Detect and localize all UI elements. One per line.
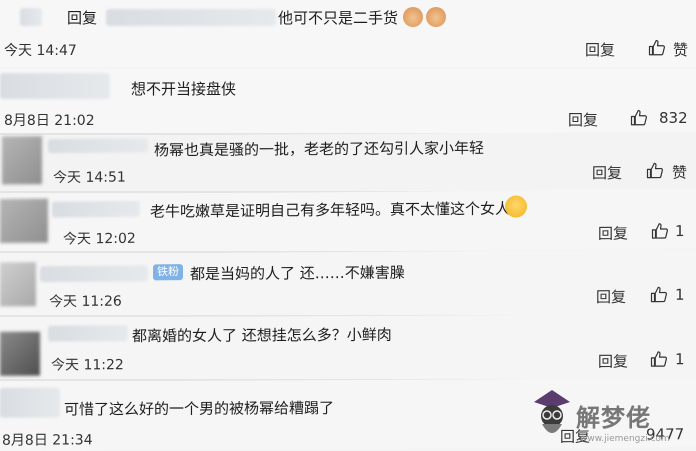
thumbs-up-icon[interactable] — [646, 162, 664, 180]
comment-time: 今天 12:02 — [63, 230, 136, 248]
blurred-username — [20, 8, 42, 26]
reply-button[interactable]: 回复 — [598, 351, 628, 372]
like-count[interactable]: 832 — [659, 109, 688, 127]
watermark-text: 解梦佬 — [576, 404, 651, 432]
laughing-emoji-icon — [505, 195, 527, 218]
blurred-reply-target — [106, 9, 276, 26]
reply-prefix: 回复 — [67, 9, 98, 27]
like-count[interactable]: 1 — [675, 222, 685, 240]
comment-item: 想不开当接盘侠 8月8日 21:02 回复 832 — [0, 69, 696, 133]
comment-text: 可惜了这么好的一个男的被杨幂给糟蹋了 — [64, 399, 335, 419]
comment-time: 今天 11:26 — [49, 293, 122, 311]
comment-text: 杨幂也真是骚的一批，老老的了还勾引人家小年轻 — [154, 139, 485, 160]
comment-text: 他可不只是二手货 — [278, 9, 399, 27]
watermark: 解梦佬 www.jiemengzi.com — [528, 386, 696, 449]
blurred-username — [0, 387, 60, 418]
avatar[interactable] — [0, 331, 40, 376]
thumbs-up-icon[interactable] — [650, 350, 668, 368]
comment-time: 今天 14:51 — [53, 169, 126, 187]
fan-badge: 铁粉 — [153, 264, 183, 281]
like-label[interactable]: 赞 — [672, 162, 687, 183]
comment-text: 都离婚的女人了 还想挂怎么多？小鲜肉 — [132, 325, 392, 346]
reply-button[interactable]: 回复 — [592, 162, 622, 183]
comment-item: 都离婚的女人了 还想挂怎么多？小鲜肉 今天 11:22 回复 1 — [0, 314, 696, 381]
comment-time: 8月8日 21:02 — [4, 113, 95, 129]
cat-emoji-icon — [403, 7, 423, 27]
cat-emoji-icon — [426, 7, 446, 27]
thumbs-up-icon[interactable] — [630, 109, 648, 127]
blurred-username — [40, 265, 148, 283]
comment-item: 老牛吃嫩草是证明自己有多年轻吗。真不太懂这个女人 今天 12:02 回复 1 — [0, 188, 696, 255]
comment-item: 杨幂也真是骚的一批，老老的了还勾引人家小年轻 今天 14:51 回复 赞 — [0, 131, 696, 194]
blurred-username — [52, 200, 140, 218]
comment-text: 老牛吃嫩草是证明自己有多年轻吗。真不太懂这个女人 — [150, 199, 511, 221]
thumbs-up-icon[interactable] — [648, 39, 666, 57]
thumbs-up-icon[interactable] — [651, 222, 669, 240]
fortune-teller-logo-icon — [534, 390, 570, 433]
comment-item: 回复 他可不只是二手货 今天 14:47 回复 赞 — [0, 0, 696, 67]
comment-time: 今天 14:47 — [4, 43, 77, 59]
blurred-username — [0, 73, 110, 99]
reply-button[interactable]: 回复 — [598, 223, 628, 244]
comment-time: 8月8日 21:34 — [2, 432, 93, 449]
avatar[interactable] — [2, 136, 42, 185]
comment-text: 想不开当接盘侠 — [131, 80, 237, 98]
reply-button[interactable]: 回复 — [568, 109, 598, 130]
reply-button[interactable]: 回复 — [585, 39, 615, 60]
comment-text: 都是当妈的人了 还……不嫌害臊 — [190, 263, 405, 284]
comment-time: 今天 11:22 — [51, 357, 124, 374]
watermark-url: www.jiemengzi.com — [580, 434, 670, 444]
comment-item: 铁粉 都是当妈的人了 还……不嫌害臊 今天 11:26 回复 1 — [0, 249, 696, 318]
like-count[interactable]: 1 — [675, 350, 685, 368]
like-label[interactable]: 赞 — [673, 39, 688, 60]
thumbs-up-icon[interactable] — [650, 286, 668, 304]
like-count[interactable]: 1 — [675, 286, 685, 304]
reply-button[interactable]: 回复 — [596, 286, 626, 307]
blurred-username — [48, 138, 148, 154]
avatar[interactable] — [0, 262, 36, 307]
blurred-username — [48, 325, 128, 342]
avatar[interactable] — [0, 198, 48, 244]
